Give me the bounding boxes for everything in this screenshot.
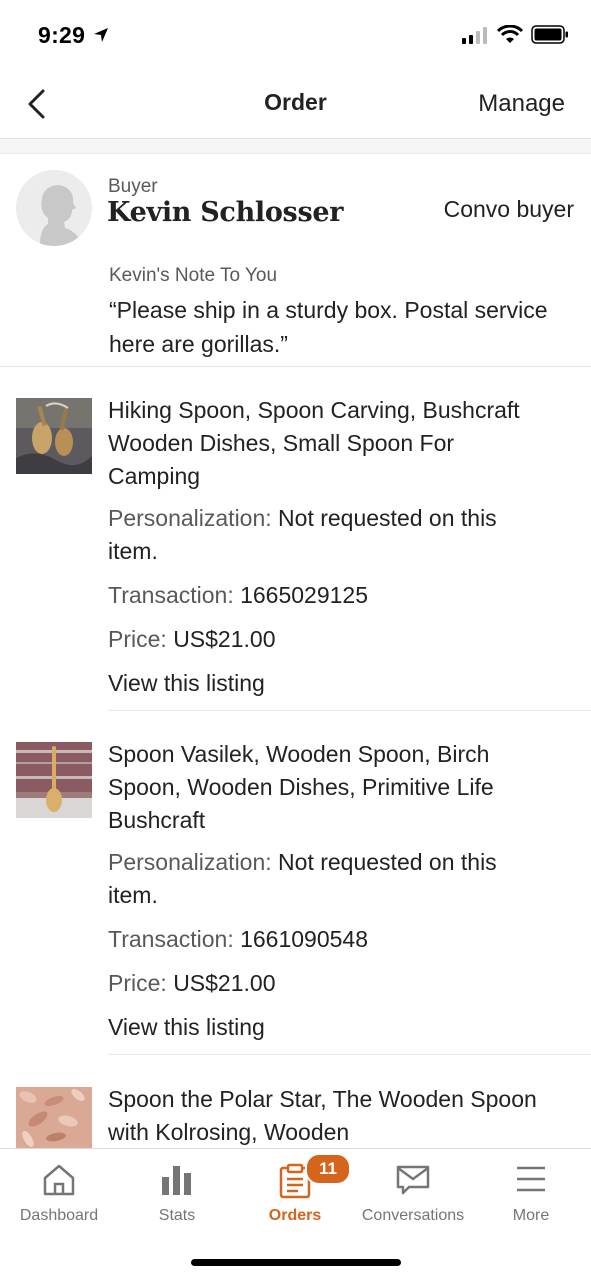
- status-bar: 9:29: [0, 0, 591, 70]
- item-thumbnail[interactable]: [16, 1087, 92, 1148]
- location-arrow-icon: [94, 28, 108, 42]
- wooden-spoons-photo: [16, 398, 92, 474]
- price-value: US$21.00: [173, 970, 276, 996]
- tab-more[interactable]: More: [472, 1149, 590, 1239]
- buyer-name[interactable]: Kevin Schlosser: [107, 197, 343, 228]
- tab-label: Dashboard: [19, 1207, 99, 1224]
- price-label: Price:: [108, 626, 167, 652]
- wooden-spoon-photo: [16, 742, 92, 818]
- tab-dashboard[interactable]: Dashboard: [0, 1149, 118, 1239]
- price-label: Price:: [108, 970, 167, 996]
- order-item: Spoon the Polar Star, The Wooden Spoon w…: [0, 1087, 591, 1148]
- transaction-label: Transaction:: [108, 926, 234, 952]
- manage-button[interactable]: Manage: [478, 90, 565, 118]
- item-divider: [108, 710, 591, 711]
- price-row: Price: US$21.00: [108, 623, 548, 656]
- menu-icon: [517, 1166, 545, 1192]
- item-divider: [108, 1054, 591, 1055]
- tab-stats[interactable]: Stats: [118, 1149, 236, 1239]
- convo-buyer-button[interactable]: Convo buyer: [444, 196, 574, 223]
- buyer-section: Buyer Kevin Schlosser Convo buyer Kevin'…: [0, 154, 591, 367]
- section-spacer: [0, 139, 591, 154]
- personalization-label: Personalization:: [108, 505, 272, 531]
- item-title[interactable]: Spoon Vasilek, Wooden Spoon, Birch Spoon…: [108, 738, 548, 837]
- avatar[interactable]: [16, 170, 92, 246]
- bar-chart-icon: [162, 1166, 191, 1195]
- navigation-bar: Order Manage: [0, 70, 591, 139]
- view-listing-link[interactable]: View this listing: [108, 1011, 548, 1044]
- price-row: Price: US$21.00: [108, 967, 548, 1000]
- tab-label: Orders: [268, 1207, 322, 1224]
- tab-label: Stats: [158, 1207, 196, 1224]
- item-thumbnail[interactable]: [16, 398, 92, 474]
- transaction-value: 1665029125: [240, 582, 369, 608]
- note-label: Kevin's Note To You: [109, 265, 278, 286]
- transaction-label: Transaction:: [108, 582, 234, 608]
- wifi-icon: [497, 25, 523, 43]
- personalization-row: Personalization: Not requested on this i…: [108, 846, 548, 912]
- tab-conversations[interactable]: Conversations: [354, 1149, 472, 1239]
- status-time: 9:29: [38, 22, 86, 48]
- view-listing-link[interactable]: View this listing: [108, 667, 548, 700]
- battery-icon: [531, 25, 568, 44]
- item-title[interactable]: Hiking Spoon, Spoon Carving, Bushcraft W…: [108, 394, 548, 493]
- personalization-label: Personalization:: [108, 849, 272, 875]
- wood-chips-photo: [16, 1087, 92, 1148]
- item-title[interactable]: Spoon the Polar Star, The Wooden Spoon w…: [108, 1087, 548, 1148]
- envelope-icon: [396, 1165, 430, 1195]
- tab-label: Conversations: [361, 1207, 465, 1224]
- buyer-note: “Please ship in a sturdy box. Postal ser…: [109, 297, 548, 357]
- tab-label: More: [512, 1207, 550, 1224]
- default-avatar-icon: [16, 170, 92, 246]
- home-icon: [43, 1164, 75, 1196]
- orders-badge: 11: [305, 1153, 351, 1185]
- transaction-row: Transaction: 1661090548: [108, 923, 548, 956]
- item-thumbnail[interactable]: [16, 742, 92, 818]
- transaction-value: 1661090548: [240, 926, 369, 952]
- transaction-row: Transaction: 1665029125: [108, 579, 548, 612]
- cellular-signal-icon: [462, 26, 487, 44]
- price-value: US$21.00: [173, 626, 276, 652]
- home-indicator[interactable]: [191, 1259, 401, 1266]
- personalization-row: Personalization: Not requested on this i…: [108, 502, 548, 568]
- buyer-label: Buyer: [108, 176, 158, 197]
- status-icons: [461, 25, 569, 44]
